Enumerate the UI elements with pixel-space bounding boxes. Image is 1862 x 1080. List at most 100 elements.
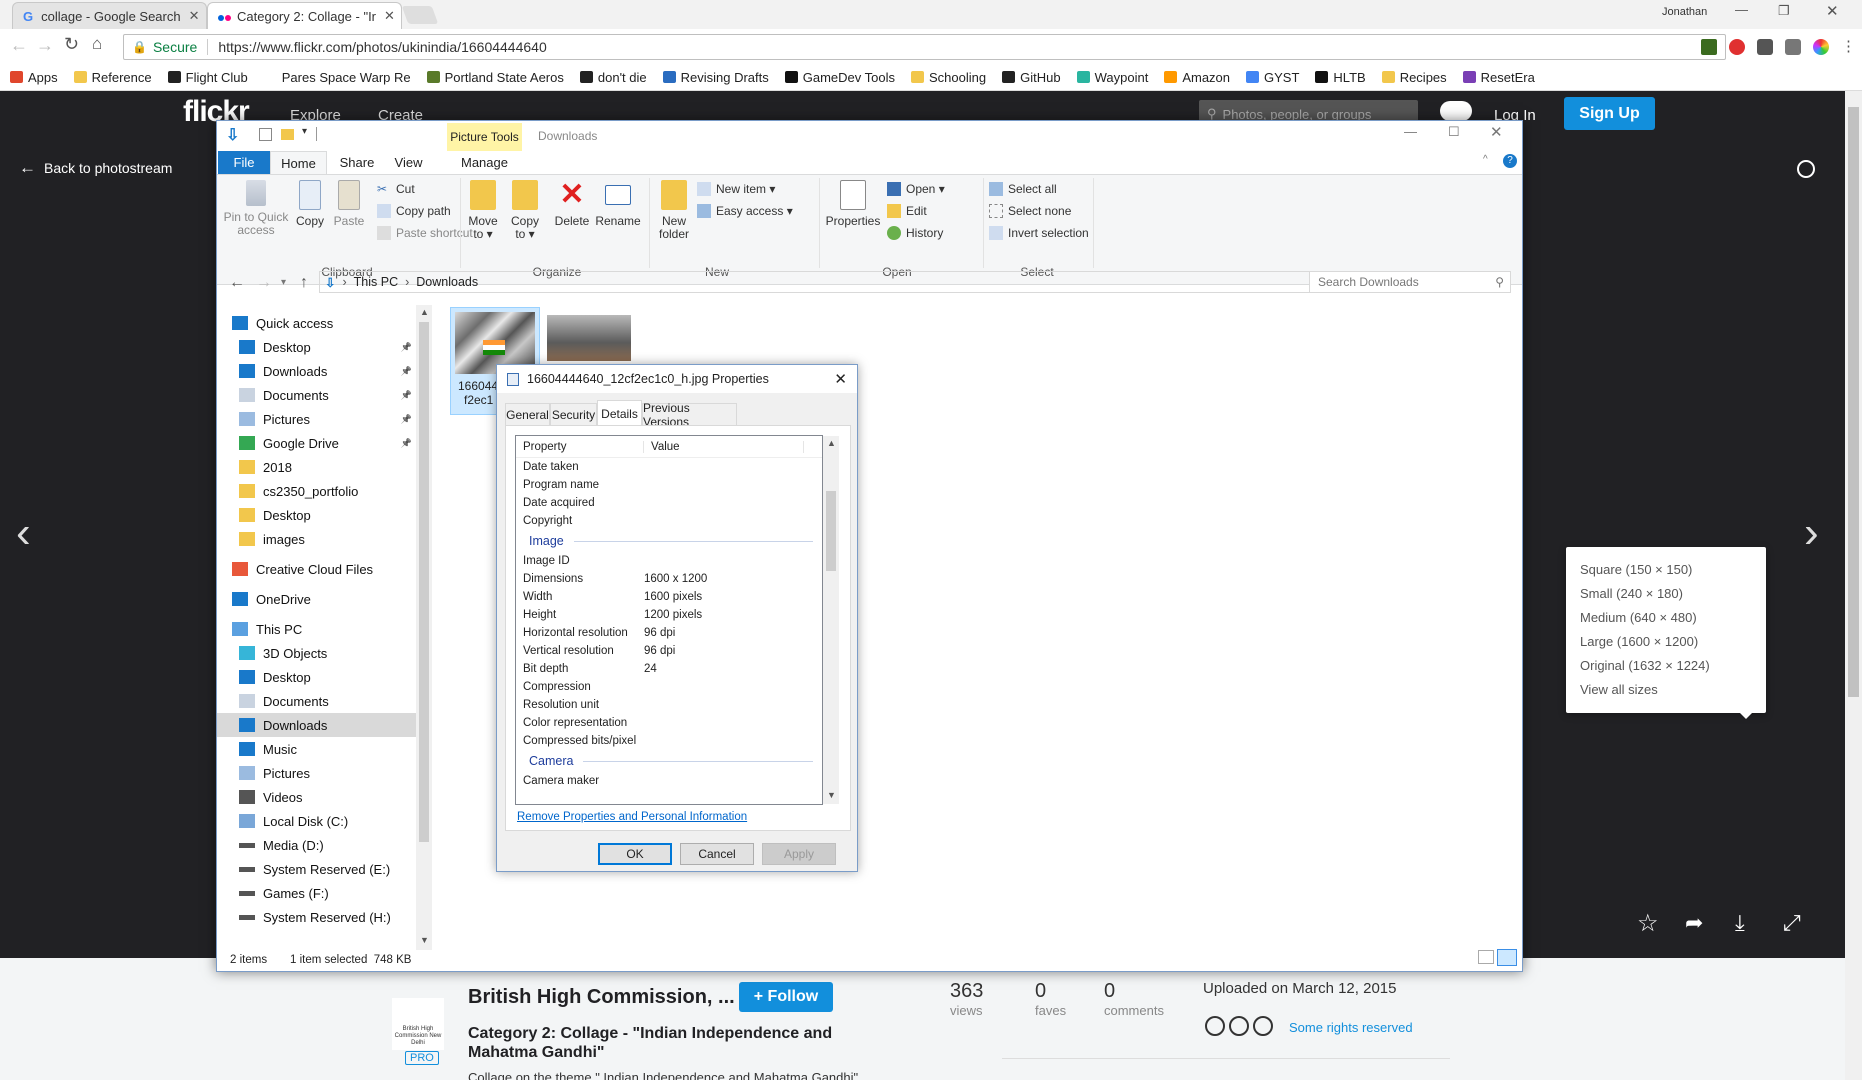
maximize-icon[interactable]: ☐ [1448, 124, 1460, 140]
nav-item[interactable]: images [239, 527, 417, 551]
size-option[interactable]: Large (1600 × 1200) [1580, 629, 1752, 653]
ribbon-collapse-icon[interactable]: ^ [1483, 154, 1488, 165]
property-row[interactable]: Compressed bits/pixel [516, 732, 822, 750]
tab-share[interactable]: Share [332, 151, 382, 174]
nav-item[interactable]: OneDrive [232, 587, 417, 611]
url-text[interactable]: https://www.flickr.com/photos/ukinindia/… [218, 39, 546, 55]
property-row[interactable]: Dimensions 1600 x 1200 [516, 570, 822, 588]
cut-button[interactable]: ✂ Cut [377, 178, 473, 200]
next-photo-icon[interactable]: › [1804, 508, 1819, 558]
tab-flickr[interactable]: Category 2: Collage - "Ir ✕ [207, 2, 402, 29]
tab-home[interactable]: Home [270, 151, 327, 174]
nav-item[interactable]: Documents [239, 689, 417, 713]
nav-item[interactable]: 2018 [239, 455, 417, 479]
move-to-button[interactable]: Move to ▾ [463, 180, 503, 241]
close-icon[interactable]: ✕ [181, 8, 200, 24]
easy-access-button[interactable]: Easy access ▾ [697, 200, 793, 222]
nav-item[interactable]: Local Disk (C:) [239, 809, 417, 833]
copy-to-button[interactable]: Copy to ▾ [505, 180, 545, 241]
scroll-down-icon[interactable]: ▼ [420, 935, 429, 945]
property-row[interactable]: Resolution unit [516, 696, 822, 714]
nav-item[interactable]: cs2350_portfolio [239, 479, 417, 503]
nav-item[interactable]: Desktop [239, 503, 417, 527]
forward-icon[interactable]: → [36, 35, 54, 56]
tab-security[interactable]: Security [550, 403, 597, 425]
property-row[interactable]: Color representation [516, 714, 822, 732]
nav-item[interactable]: Desktop 📌 [239, 335, 417, 359]
close-icon[interactable]: ✕ [376, 8, 395, 24]
open-button[interactable]: Open ▾ [887, 178, 945, 200]
nav-item[interactable]: Downloads 📌 [239, 359, 417, 383]
file-item[interactable] [547, 315, 631, 361]
bookmark-item[interactable]: GameDev Tools [784, 70, 895, 85]
tab-details[interactable]: Details [597, 400, 642, 426]
recent-dropdown-icon[interactable]: ▾ [281, 277, 286, 288]
download-icon[interactable]: ⤓ [1735, 910, 1745, 936]
select-all-button[interactable]: Select all [989, 178, 1089, 200]
minimize-icon[interactable]: — [1404, 124, 1417, 139]
tab-view[interactable]: View [386, 151, 431, 174]
qat-folder-icon[interactable] [281, 129, 294, 140]
nav-item[interactable]: System Reserved (E:) [239, 857, 417, 881]
property-row[interactable]: Vertical resolution 96 dpi [516, 642, 822, 660]
property-row[interactable]: Bit depth 24 [516, 660, 822, 678]
prev-photo-icon[interactable]: ‹ [16, 508, 31, 558]
bookmark-item[interactable]: HLTB [1315, 70, 1366, 85]
nav-item[interactable]: Creative Cloud Files [232, 557, 417, 581]
property-row[interactable]: Compression [516, 678, 822, 696]
copy-path-button[interactable]: Copy path [377, 200, 473, 222]
select-none-button[interactable]: Select none [989, 200, 1089, 222]
edit-button[interactable]: Edit [887, 200, 945, 222]
scroll-down-icon[interactable]: ▼ [827, 790, 836, 800]
nav-scrollbar[interactable]: ▲ ▼ [416, 305, 432, 950]
nav-item[interactable]: Videos [239, 785, 417, 809]
paste-shortcut-button[interactable]: Paste shortcut [377, 222, 473, 244]
bookmark-item[interactable]: Waypoint [1076, 70, 1148, 85]
home-icon[interactable]: ⌂ [92, 34, 102, 54]
upload-cloud-icon[interactable] [1440, 101, 1472, 121]
bookmark-item[interactable]: Reference [73, 70, 152, 85]
qat-properties-icon[interactable] [259, 128, 272, 141]
qat-dropdown-icon[interactable]: ▾ [302, 126, 307, 137]
close-icon[interactable]: ✕ [1490, 123, 1503, 141]
scroll-up-icon[interactable]: ▲ [420, 307, 429, 317]
color-extension-icon[interactable] [1813, 39, 1829, 55]
size-option[interactable]: View all sizes [1580, 677, 1752, 701]
bookmark-item[interactable]: ResetEra [1462, 70, 1535, 85]
invert-selection-button[interactable]: Invert selection [989, 222, 1089, 244]
nav-item[interactable]: Documents 📌 [239, 383, 417, 407]
paste-button[interactable]: Paste [330, 180, 368, 228]
col-property[interactable]: Property [516, 440, 644, 453]
license-link[interactable]: Some rights reserved [1289, 1020, 1413, 1035]
nav-item[interactable]: Media (D:) [239, 833, 417, 857]
cancel-button[interactable]: Cancel [680, 843, 754, 865]
tab-google-search[interactable]: G collage - Google Search ✕ [12, 2, 207, 29]
bookmark-item[interactable]: Recipes [1381, 70, 1447, 85]
bookmark-item[interactable]: Amazon [1164, 70, 1230, 85]
breadcrumb-this-pc[interactable]: This PC [354, 275, 398, 289]
new-tab-button[interactable] [401, 6, 439, 24]
pin-quick-access-button[interactable]: Pin to Quick access [223, 180, 289, 237]
apply-button[interactable]: Apply [762, 843, 836, 865]
list-scrollbar[interactable]: ▲ ▼ [823, 436, 839, 804]
qat-down-icon[interactable]: ⇩ [226, 125, 239, 145]
profile-name[interactable]: Jonathan [1662, 6, 1707, 18]
bookmark-item[interactable]: Apps [10, 70, 58, 85]
follow-button[interactable]: + Follow [739, 982, 833, 1012]
nav-item[interactable]: Quick access [232, 311, 417, 335]
reload-icon[interactable]: ↻ [64, 34, 79, 55]
property-row[interactable]: Camera maker [516, 772, 822, 790]
bookmark-item[interactable]: GitHub [1002, 70, 1061, 85]
todoist-extension-icon[interactable] [1701, 39, 1717, 55]
search-downloads-input[interactable]: Search Downloads ⚲ [1309, 271, 1511, 293]
tab-previous-versions[interactable]: Previous Versions [642, 401, 737, 429]
delete-button[interactable]: ✕ Delete [551, 180, 593, 228]
pocket-extension-icon[interactable] [1757, 39, 1773, 55]
owner-logo[interactable]: British High Commission New Delhi [392, 998, 444, 1050]
large-icons-view-icon[interactable] [1497, 949, 1517, 966]
close-window-icon[interactable]: ✕ [1826, 2, 1839, 20]
signup-button[interactable]: Sign Up [1564, 97, 1655, 130]
nav-item[interactable]: Music [239, 737, 417, 761]
col-value[interactable]: Value [644, 440, 804, 453]
search-icon[interactable] [1797, 160, 1815, 178]
